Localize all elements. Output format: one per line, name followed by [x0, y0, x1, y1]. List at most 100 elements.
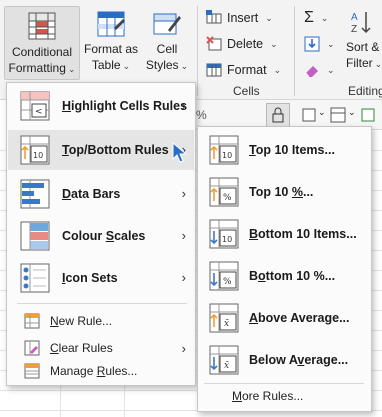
sort-filter-icon: A Z: [351, 12, 371, 35]
bottom-10-items-icon: 10: [209, 219, 239, 249]
sort-filter-label-1: Sort &: [346, 40, 380, 54]
format-as-table-label-2: Table: [91, 58, 121, 72]
conditional-formatting-menu: < Highlight Cells Rules › 10 Top/Bottom …: [6, 82, 196, 386]
menu-item-data-bars[interactable]: Data Bars ›: [8, 174, 194, 214]
autosum-button[interactable]: Σ ⌄: [304, 7, 328, 29]
cell-styles-label-2: Styles: [145, 58, 179, 72]
submenu-item-below-average[interactable]: x̄ Below Average...: [199, 340, 370, 380]
insert-cells-icon: [206, 10, 222, 24]
svg-text:%: %: [223, 277, 232, 287]
cell-styles-icon: [153, 13, 181, 35]
percent-style-icon[interactable]: %: [196, 108, 207, 122]
conditional-formatting-icon: [28, 12, 56, 40]
menu-item-label: Manage Rules...: [50, 364, 138, 378]
menu-item-highlight-cells-rules[interactable]: < Highlight Cells Rules ›: [8, 86, 194, 126]
ribbon-separator: [197, 6, 198, 96]
svg-text:10: 10: [222, 151, 232, 160]
bottom-10-percent-icon: %: [209, 261, 239, 291]
conditional-formatting-button[interactable]: Conditional Formatting ⌄: [4, 6, 80, 80]
editing-group-label: Editing: [348, 84, 382, 98]
conditional-formatting-label-1: Conditional: [11, 45, 73, 59]
ribbon-separator: [294, 6, 295, 96]
below-average-icon: x̄: [209, 345, 239, 375]
sheet-icon[interactable]: [330, 107, 346, 123]
chart-icon[interactable]: [360, 107, 376, 123]
submenu-item-top-10-percent[interactable]: % Top 10 %...: [199, 172, 370, 212]
svg-text:x̄: x̄: [224, 319, 229, 329]
sigma-icon: Σ: [304, 9, 314, 26]
checkbox-icon[interactable]: [302, 108, 316, 122]
chevron-down-icon: ⌄: [67, 64, 76, 74]
delete-label: Delete: [227, 37, 264, 51]
svg-text:A: A: [351, 12, 358, 23]
submenu-item-label: Top 10 %...: [249, 185, 314, 199]
lock-icon: [272, 107, 284, 123]
submenu-item-label: Above Average...: [249, 311, 350, 325]
mouse-cursor-icon: [172, 142, 188, 163]
chevron-down-icon: ⌄: [320, 12, 329, 23]
menu-item-label: Top/Bottom Rules: [62, 143, 169, 157]
new-rule-icon: [24, 313, 40, 329]
submenu-item-label: Below Average...: [249, 353, 349, 367]
chevron-down-icon: ⌄: [265, 12, 273, 23]
menu-item-manage-rules[interactable]: Manage Rules...: [8, 358, 194, 384]
cells-group-label: Cells: [233, 84, 260, 98]
svg-text:<: <: [35, 107, 43, 117]
chevron-right-icon: ›: [181, 270, 186, 285]
data-bars-icon: [20, 179, 50, 209]
top-bottom-rules-icon: 10: [20, 135, 50, 165]
menu-item-label: Data Bars: [62, 187, 121, 201]
format-as-table-button[interactable]: Format as Table ⌄: [82, 10, 140, 80]
chevron-down-icon: ⌄: [374, 59, 382, 69]
icon-sets-icon: [20, 263, 50, 293]
chevron-down-icon: ⌄: [327, 64, 335, 75]
svg-text:%: %: [223, 193, 232, 203]
chevron-right-icon: ›: [181, 186, 186, 201]
submenu-item-top-10-items[interactable]: 10 Top 10 Items...: [199, 130, 370, 170]
menu-item-label: Icon Sets: [62, 271, 118, 285]
insert-button[interactable]: Insert ⌄: [206, 7, 273, 29]
svg-text:10: 10: [222, 235, 232, 244]
conditional-formatting-label-2: Formatting: [8, 61, 66, 75]
cell-styles-button[interactable]: Cell Styles ⌄: [142, 10, 192, 80]
lock-button[interactable]: [266, 103, 290, 127]
delete-button[interactable]: Delete ⌄: [206, 33, 278, 55]
submenu-item-above-average[interactable]: x̄ Above Average...: [199, 298, 370, 338]
clear-rules-icon: [24, 340, 40, 356]
chevron-down-icon: ⌄: [327, 38, 335, 49]
clear-button[interactable]: ⌄: [304, 59, 335, 81]
fill-down-icon: [304, 36, 320, 52]
manage-rules-icon: [24, 363, 40, 379]
submenu-item-bottom-10-items[interactable]: 10 Bottom 10 Items...: [199, 214, 370, 254]
svg-text:x̄: x̄: [224, 361, 229, 371]
chevron-down-icon: ⌄: [273, 64, 282, 75]
chevron-down-icon: ⌄: [122, 61, 131, 71]
menu-item-new-rule[interactable]: New Rule...: [8, 308, 194, 334]
menu-item-colour-scales[interactable]: Colour Scales ›: [8, 216, 194, 256]
chevron-right-icon: ›: [181, 98, 186, 113]
menu-item-label: Clear Rules: [50, 341, 113, 355]
submenu-item-label: Top 10 Items...: [249, 143, 335, 157]
sort-filter-label-2: Filter: [346, 56, 373, 70]
svg-text:Z: Z: [351, 24, 357, 35]
fill-button[interactable]: ⌄: [304, 33, 335, 55]
format-button[interactable]: Format ⌄: [206, 59, 281, 81]
submenu-item-bottom-10-percent[interactable]: % Bottom 10 %...: [199, 256, 370, 296]
submenu-item-more-rules[interactable]: More Rules...: [232, 389, 303, 403]
chevron-down-icon[interactable]: ⌄: [348, 107, 356, 118]
sort-filter-button[interactable]: A Z Sort & Filter ⌄: [344, 8, 382, 78]
chevron-down-icon[interactable]: ⌄: [318, 107, 326, 118]
menu-item-top-bottom-rules[interactable]: 10 Top/Bottom Rules ›: [8, 130, 194, 170]
menu-item-label: Colour Scales: [62, 229, 146, 243]
menu-item-label: New Rule...: [50, 314, 113, 328]
top-10-items-icon: 10: [209, 135, 239, 165]
highlight-cells-rules-icon: <: [20, 91, 50, 121]
delete-cells-icon: [206, 36, 222, 51]
format-label: Format: [227, 63, 267, 77]
menu-item-label: Highlight Cells Rules: [62, 99, 188, 113]
menu-item-icon-sets[interactable]: Icon Sets ›: [8, 258, 194, 298]
chevron-down-icon: ⌄: [180, 61, 189, 71]
above-average-icon: x̄: [209, 303, 239, 333]
top-10-percent-icon: %: [209, 177, 239, 207]
format-as-table-icon: [97, 11, 125, 37]
